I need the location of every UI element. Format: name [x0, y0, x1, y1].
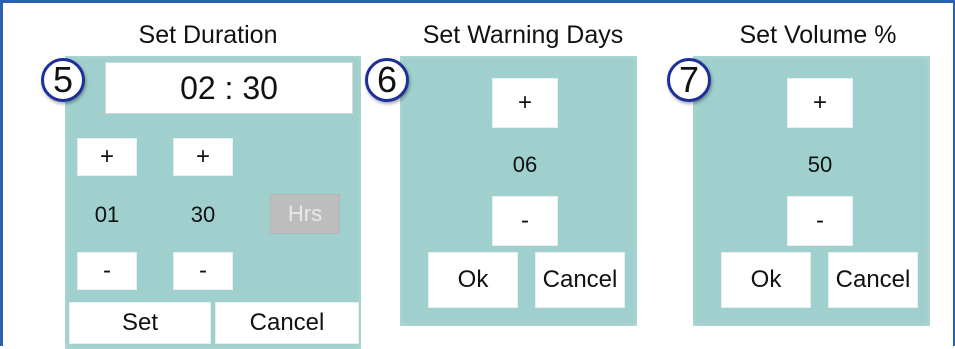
warning-plus-button[interactable]: +: [492, 78, 558, 128]
duration-display: 02 : 30: [105, 62, 353, 114]
warning-panel: + 06 - Ok Cancel: [400, 56, 637, 326]
duration-panel: 02 : 30 + + 01 30 Hrs - - Set Cancel: [65, 56, 361, 349]
volume-panel: + 50 - Ok Cancel: [693, 56, 930, 326]
callout-marker-7: 7: [667, 58, 711, 102]
hours-plus-button[interactable]: +: [77, 138, 137, 176]
callout-marker-6: 6: [365, 58, 409, 102]
warning-title: Set Warning Days: [422, 21, 624, 49]
callout-marker-5: 5: [41, 58, 85, 102]
hours-value: 01: [94, 202, 120, 227]
warning-value: 06: [512, 152, 538, 177]
warning-minus-button[interactable]: -: [492, 196, 558, 246]
minutes-minus-button[interactable]: -: [173, 252, 233, 290]
volume-title: Set Volume %: [739, 21, 897, 49]
screenshot-frame: Set Duration 02 : 30 + + 01 30 Hrs - - S…: [0, 0, 955, 349]
volume-value: 50: [807, 152, 833, 177]
volume-plus-button[interactable]: +: [787, 78, 853, 128]
duration-title: Set Duration: [138, 21, 278, 49]
hours-minus-button[interactable]: -: [77, 252, 137, 290]
volume-cancel-button[interactable]: Cancel: [828, 252, 918, 308]
minutes-value: 30: [190, 202, 216, 227]
volume-minus-button[interactable]: -: [787, 196, 853, 246]
warning-ok-button[interactable]: Ok: [428, 252, 518, 308]
minutes-plus-button[interactable]: +: [173, 138, 233, 176]
duration-cancel-button[interactable]: Cancel: [215, 302, 359, 344]
warning-cancel-button[interactable]: Cancel: [535, 252, 625, 308]
set-button[interactable]: Set: [69, 302, 211, 344]
volume-ok-button[interactable]: Ok: [721, 252, 811, 308]
hours-unit-button: Hrs: [270, 194, 340, 234]
